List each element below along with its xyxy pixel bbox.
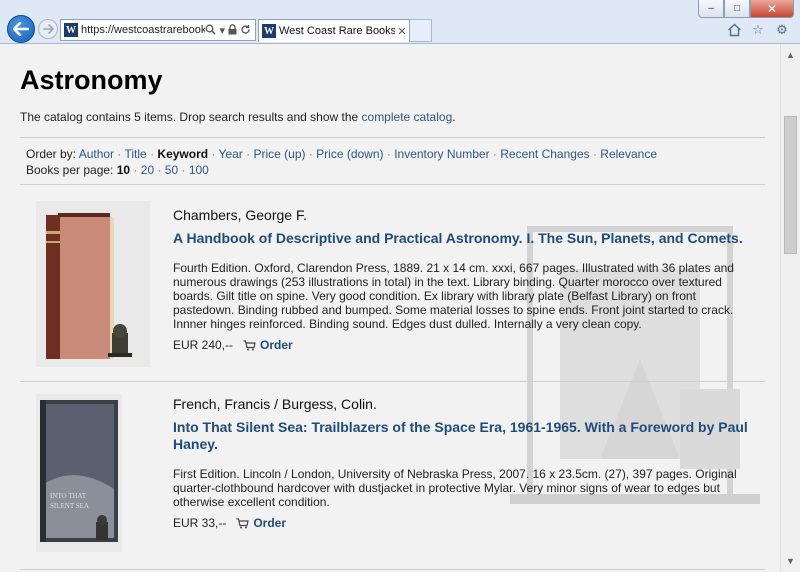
separator: · xyxy=(383,147,395,161)
order-by-row: Order by: Author · Title · Keyword · Yea… xyxy=(26,146,765,162)
search-icon[interactable] xyxy=(205,24,216,35)
scroll-up-arrow-icon[interactable]: ▲ xyxy=(781,46,800,64)
separator: · xyxy=(589,147,601,161)
separator: · xyxy=(178,163,189,177)
tab-title: West Coast Rare Books: Ast... xyxy=(279,25,395,37)
complete-catalog-link[interactable]: complete catalog xyxy=(362,110,453,124)
vertical-scrollbar[interactable]: ▲ ▼ xyxy=(780,44,800,572)
separator: · xyxy=(130,163,141,177)
catalog-item: Chambers, George F. A Handbook of Descri… xyxy=(20,184,765,381)
page-viewport: Astronomy The catalog contains 5 items. … xyxy=(0,44,780,572)
address-url[interactable]: https://westcoastrarebooks.... xyxy=(81,24,205,36)
item-details: French, Francis / Burgess, Colin. Into T… xyxy=(173,395,753,531)
item-price-row: EUR 240,-- Order xyxy=(173,337,753,353)
item-author: French, Francis / Burgess, Colin. xyxy=(173,396,377,412)
separator: · xyxy=(489,147,501,161)
scroll-down-arrow-icon[interactable]: ▼ xyxy=(781,552,800,570)
order-by-label: Order by: xyxy=(26,147,79,161)
item-price: EUR 33,-- xyxy=(173,516,227,530)
shopping-cart-icon xyxy=(236,517,250,528)
window-controls: – □ ✕ xyxy=(698,0,794,18)
close-window-button[interactable]: ✕ xyxy=(750,0,794,18)
item-details: Chambers, George F. A Handbook of Descri… xyxy=(173,206,753,353)
minimize-button[interactable]: – xyxy=(698,0,724,18)
sort-price-up-link[interactable]: Price (up) xyxy=(253,147,305,161)
tab-close-icon[interactable]: ✕ xyxy=(395,25,409,38)
catalog-summary-end: . xyxy=(452,110,456,124)
scrollbar-thumb[interactable] xyxy=(784,116,797,254)
order-label: Order xyxy=(253,516,287,530)
separator: · xyxy=(114,147,125,161)
books-per-page-label: Books per page: xyxy=(26,163,117,177)
forward-button[interactable] xyxy=(38,19,58,39)
order-label: Order xyxy=(260,338,293,352)
sort-inventory-number-link[interactable]: Inventory Number xyxy=(394,147,489,161)
address-icons: ▾ xyxy=(205,23,255,37)
item-price: EUR 240,-- xyxy=(173,338,234,352)
books-per-page-row: Books per page: 10 · 20 · 50 · 100 xyxy=(26,162,765,178)
sort-keyword-current: Keyword xyxy=(157,147,209,161)
favorites-star-icon[interactable]: ☆ xyxy=(750,22,766,38)
page-title: Astronomy xyxy=(20,65,163,95)
item-title-link[interactable]: A Handbook of Descriptive and Practical … xyxy=(173,230,753,247)
catalog-content: Astronomy The catalog contains 5 items. … xyxy=(20,44,765,572)
sort-recent-changes-link[interactable]: Recent Changes xyxy=(500,147,589,161)
per-page-50-link[interactable]: 50 xyxy=(165,163,178,177)
new-tab-button[interactable] xyxy=(410,19,432,42)
sort-relevance-link[interactable]: Relevance xyxy=(600,147,657,161)
settings-gear-icon[interactable]: ⚙ xyxy=(774,22,790,38)
maximize-button[interactable]: □ xyxy=(724,0,750,18)
browser-toolbar-icons: ☆ ⚙ xyxy=(726,22,790,38)
back-arrow-icon xyxy=(13,22,29,36)
site-favicon: W xyxy=(64,23,78,37)
item-description: Fourth Edition. Oxford, Clarendon Press,… xyxy=(173,261,734,331)
per-page-20-link[interactable]: 20 xyxy=(141,163,154,177)
order-button[interactable]: Order xyxy=(236,516,286,530)
separator: · xyxy=(146,147,158,161)
sort-author-link[interactable]: Author xyxy=(79,147,114,161)
lock-icon[interactable] xyxy=(228,23,237,35)
cover-title-graphic: INTO THAT xyxy=(50,492,87,500)
sort-options: Order by: Author · Title · Keyword · Yea… xyxy=(20,138,765,184)
catalog-item: INTO THAT SILENT SEA French, Francis / B… xyxy=(20,381,765,569)
search-dropdown-icon[interactable]: ▾ xyxy=(219,24,225,37)
browser-tab[interactable]: W West Coast Rare Books: Ast... ✕ xyxy=(258,19,410,42)
forward-arrow-icon xyxy=(42,24,54,34)
item-description: First Edition. Lincoln / London, Univers… xyxy=(173,467,737,509)
sort-price-down-link[interactable]: Price (down) xyxy=(316,147,383,161)
sort-title-link[interactable]: Title xyxy=(125,147,147,161)
cover-title-graphic: SILENT SEA xyxy=(50,502,89,510)
catalog-summary: The catalog contains 5 items. Drop searc… xyxy=(20,110,765,124)
item-title-link[interactable]: Into That Silent Sea: Trailblazers of th… xyxy=(173,419,753,453)
shopping-cart-icon xyxy=(243,339,256,350)
order-button[interactable]: Order xyxy=(243,338,293,352)
address-bar[interactable]: W https://westcoastrarebooks.... ▾ xyxy=(60,19,256,41)
book-photo[interactable]: INTO THAT SILENT SEA xyxy=(36,390,122,556)
item-price-row: EUR 33,-- Order xyxy=(173,515,753,531)
refresh-icon[interactable] xyxy=(240,24,251,35)
browser-chrome: – □ ✕ W https://westcoastrarebooks.... ▾… xyxy=(0,0,800,44)
home-icon[interactable] xyxy=(726,22,742,38)
separator: · xyxy=(208,147,219,161)
book-photo[interactable] xyxy=(36,201,150,367)
sort-year-link[interactable]: Year xyxy=(219,147,243,161)
separator: · xyxy=(305,147,317,161)
catalog-summary-text: The catalog contains 5 items. Drop searc… xyxy=(20,110,362,124)
tab-favicon: W xyxy=(262,24,276,38)
separator: · xyxy=(242,147,254,161)
per-page-10-current: 10 xyxy=(116,163,131,177)
separator: · xyxy=(154,163,165,177)
per-page-100-link[interactable]: 100 xyxy=(189,163,209,177)
back-button[interactable] xyxy=(7,15,35,43)
item-author: Chambers, George F. xyxy=(173,207,307,223)
